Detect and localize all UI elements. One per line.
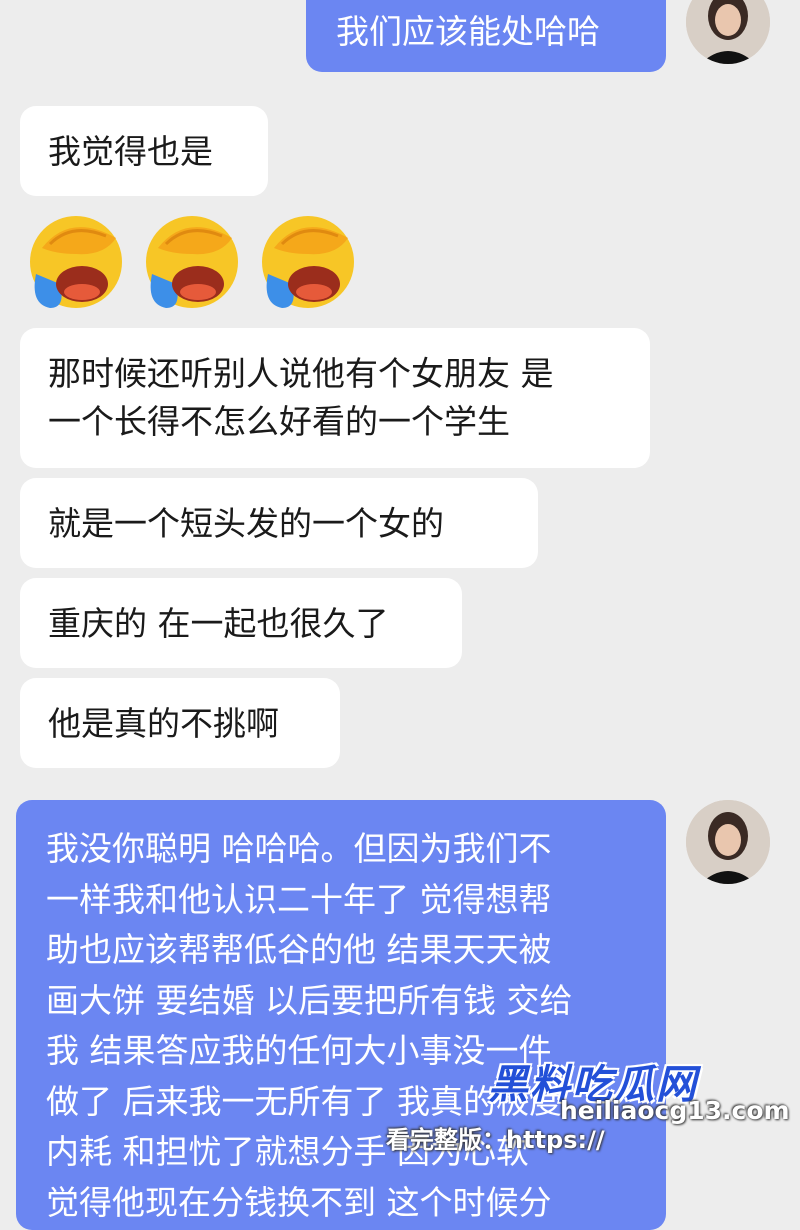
outgoing-message-bubble[interactable]: 我没你聪明 哈哈哈。但因为我们不 一样我和他认识二十年了 觉得想帮 助也应该帮帮… — [16, 800, 666, 1230]
avatar-photo-icon — [686, 0, 770, 64]
message-text: 我没你聪明 哈哈哈。但因为我们不 一样我和他认识二十年了 觉得想帮 助也应该帮帮… — [46, 829, 573, 1222]
facepalm-crying-laughing-emoji — [262, 216, 354, 308]
user-avatar[interactable] — [686, 800, 770, 884]
incoming-message-bubble[interactable]: 就是一个短头发的一个女的 — [20, 478, 538, 568]
incoming-message-bubble[interactable]: 我觉得也是 — [20, 106, 268, 196]
message-text: 他是真的不挑啊 — [48, 704, 279, 743]
incoming-message-bubble[interactable]: 重庆的 在一起也很久了 — [20, 578, 462, 668]
facepalm-crying-laughing-emoji — [30, 216, 122, 308]
message-text: 我们应该能处哈哈 — [336, 12, 600, 51]
user-avatar[interactable] — [686, 0, 770, 64]
avatar-photo-icon — [686, 800, 770, 884]
message-text: 那时候还听别人说他有个女朋友 是 一个长得不怎么好看的一个学生 — [48, 354, 554, 441]
message-text: 就是一个短头发的一个女的 — [48, 504, 444, 543]
emoji-message[interactable] — [20, 204, 380, 312]
incoming-message-bubble[interactable]: 他是真的不挑啊 — [20, 678, 340, 768]
message-text: 我觉得也是 — [48, 132, 213, 171]
watermark-prompt: 看完整版：https:// — [386, 1126, 605, 1154]
message-text: 重庆的 在一起也很久了 — [48, 604, 389, 643]
incoming-message-bubble[interactable]: 那时候还听别人说他有个女朋友 是 一个长得不怎么好看的一个学生 — [20, 328, 650, 468]
outgoing-message-bubble[interactable]: 我们应该能处哈哈 — [306, 0, 666, 72]
facepalm-crying-laughing-emoji — [146, 216, 238, 308]
